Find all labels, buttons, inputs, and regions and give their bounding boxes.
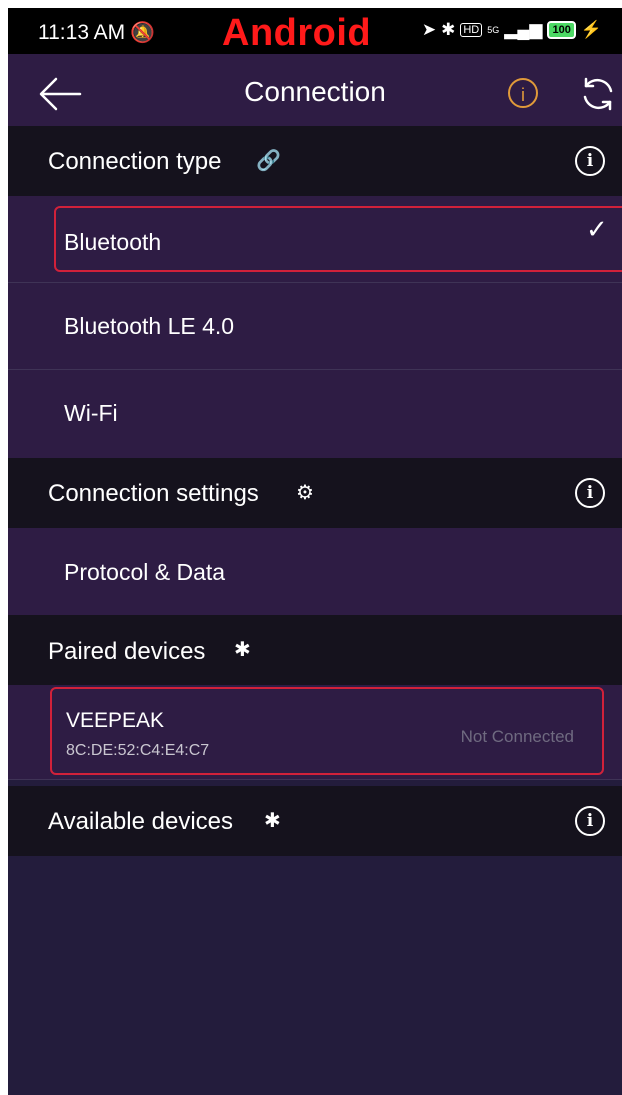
paired-device-row[interactable]: VEEPEAK 8C:DE:52:C4:E4:C7 Not Connected	[8, 685, 622, 779]
option-label: Wi-Fi	[64, 400, 118, 426]
charging-icon: ⚡	[580, 20, 602, 39]
gear-icon: ⚙	[296, 482, 314, 504]
battery-icon: 100	[547, 21, 576, 39]
connection-settings-header: Connection settings ⚙ i	[8, 458, 622, 528]
hd-icon: HD	[460, 23, 483, 37]
signal-icon: ▂▄▆	[504, 20, 543, 39]
mute-icon: 🔕	[130, 22, 155, 44]
status-bar: 11:13 AM 🔕 Android ➤ ✱ HD 5G ▂▄▆ 100 ⚡	[8, 8, 622, 54]
connection-settings-info-icon[interactable]: i	[575, 478, 605, 508]
available-devices-title: Available devices	[48, 808, 234, 835]
status-icons: ➤ ✱ HD 5G ▂▄▆ 100 ⚡	[422, 20, 602, 40]
option-label: Bluetooth	[64, 229, 162, 255]
option-label: Bluetooth LE 4.0	[64, 313, 235, 339]
option-wifi[interactable]: Wi-Fi	[8, 370, 622, 458]
bluetooth-status-icon: ✱	[441, 20, 456, 39]
item-label: Protocol & Data	[64, 559, 226, 585]
link-icon: 🔗	[256, 150, 281, 172]
app-bar: Connection i	[8, 54, 622, 134]
status-time: 11:13 AM	[38, 21, 126, 44]
connection-type-title: Connection type	[48, 148, 222, 175]
divider	[8, 779, 622, 780]
available-devices-info-icon[interactable]: i	[575, 806, 605, 836]
phone-screen: 11:13 AM 🔕 Android ➤ ✱ HD 5G ▂▄▆ 100 ⚡ C…	[8, 8, 622, 1095]
connection-type-header: Connection type 🔗 i	[8, 126, 622, 196]
paired-devices-header: Paired devices ✱	[8, 615, 622, 685]
refresh-icon[interactable]	[578, 74, 618, 114]
paired-devices-title: Paired devices	[48, 638, 206, 665]
location-icon: ➤	[421, 20, 437, 39]
protocol-data-item[interactable]: Protocol & Data	[8, 528, 622, 615]
available-devices-list	[8, 856, 622, 1095]
network-type: 5G	[487, 24, 500, 35]
device-name: VEEPEAK	[66, 709, 165, 732]
info-icon[interactable]: i	[508, 78, 538, 108]
checkmark-icon: ✓	[586, 214, 608, 244]
android-overlay-label: Android	[222, 12, 372, 54]
available-devices-header: Available devices ✱ i	[8, 786, 622, 856]
connection-type-info-icon[interactable]: i	[575, 146, 605, 176]
option-bluetooth[interactable]: Bluetooth ✓	[8, 196, 622, 282]
device-card[interactable]: VEEPEAK 8C:DE:52:C4:E4:C7 Not Connected	[50, 687, 604, 775]
connection-settings-title: Connection settings	[48, 480, 259, 507]
device-status: Not Connected	[460, 727, 574, 746]
option-bluetooth-le[interactable]: Bluetooth LE 4.0	[8, 283, 622, 369]
device-mac: 8C:DE:52:C4:E4:C7	[66, 742, 210, 759]
bluetooth-icon: ✱	[264, 810, 281, 832]
bluetooth-icon: ✱	[234, 639, 251, 661]
